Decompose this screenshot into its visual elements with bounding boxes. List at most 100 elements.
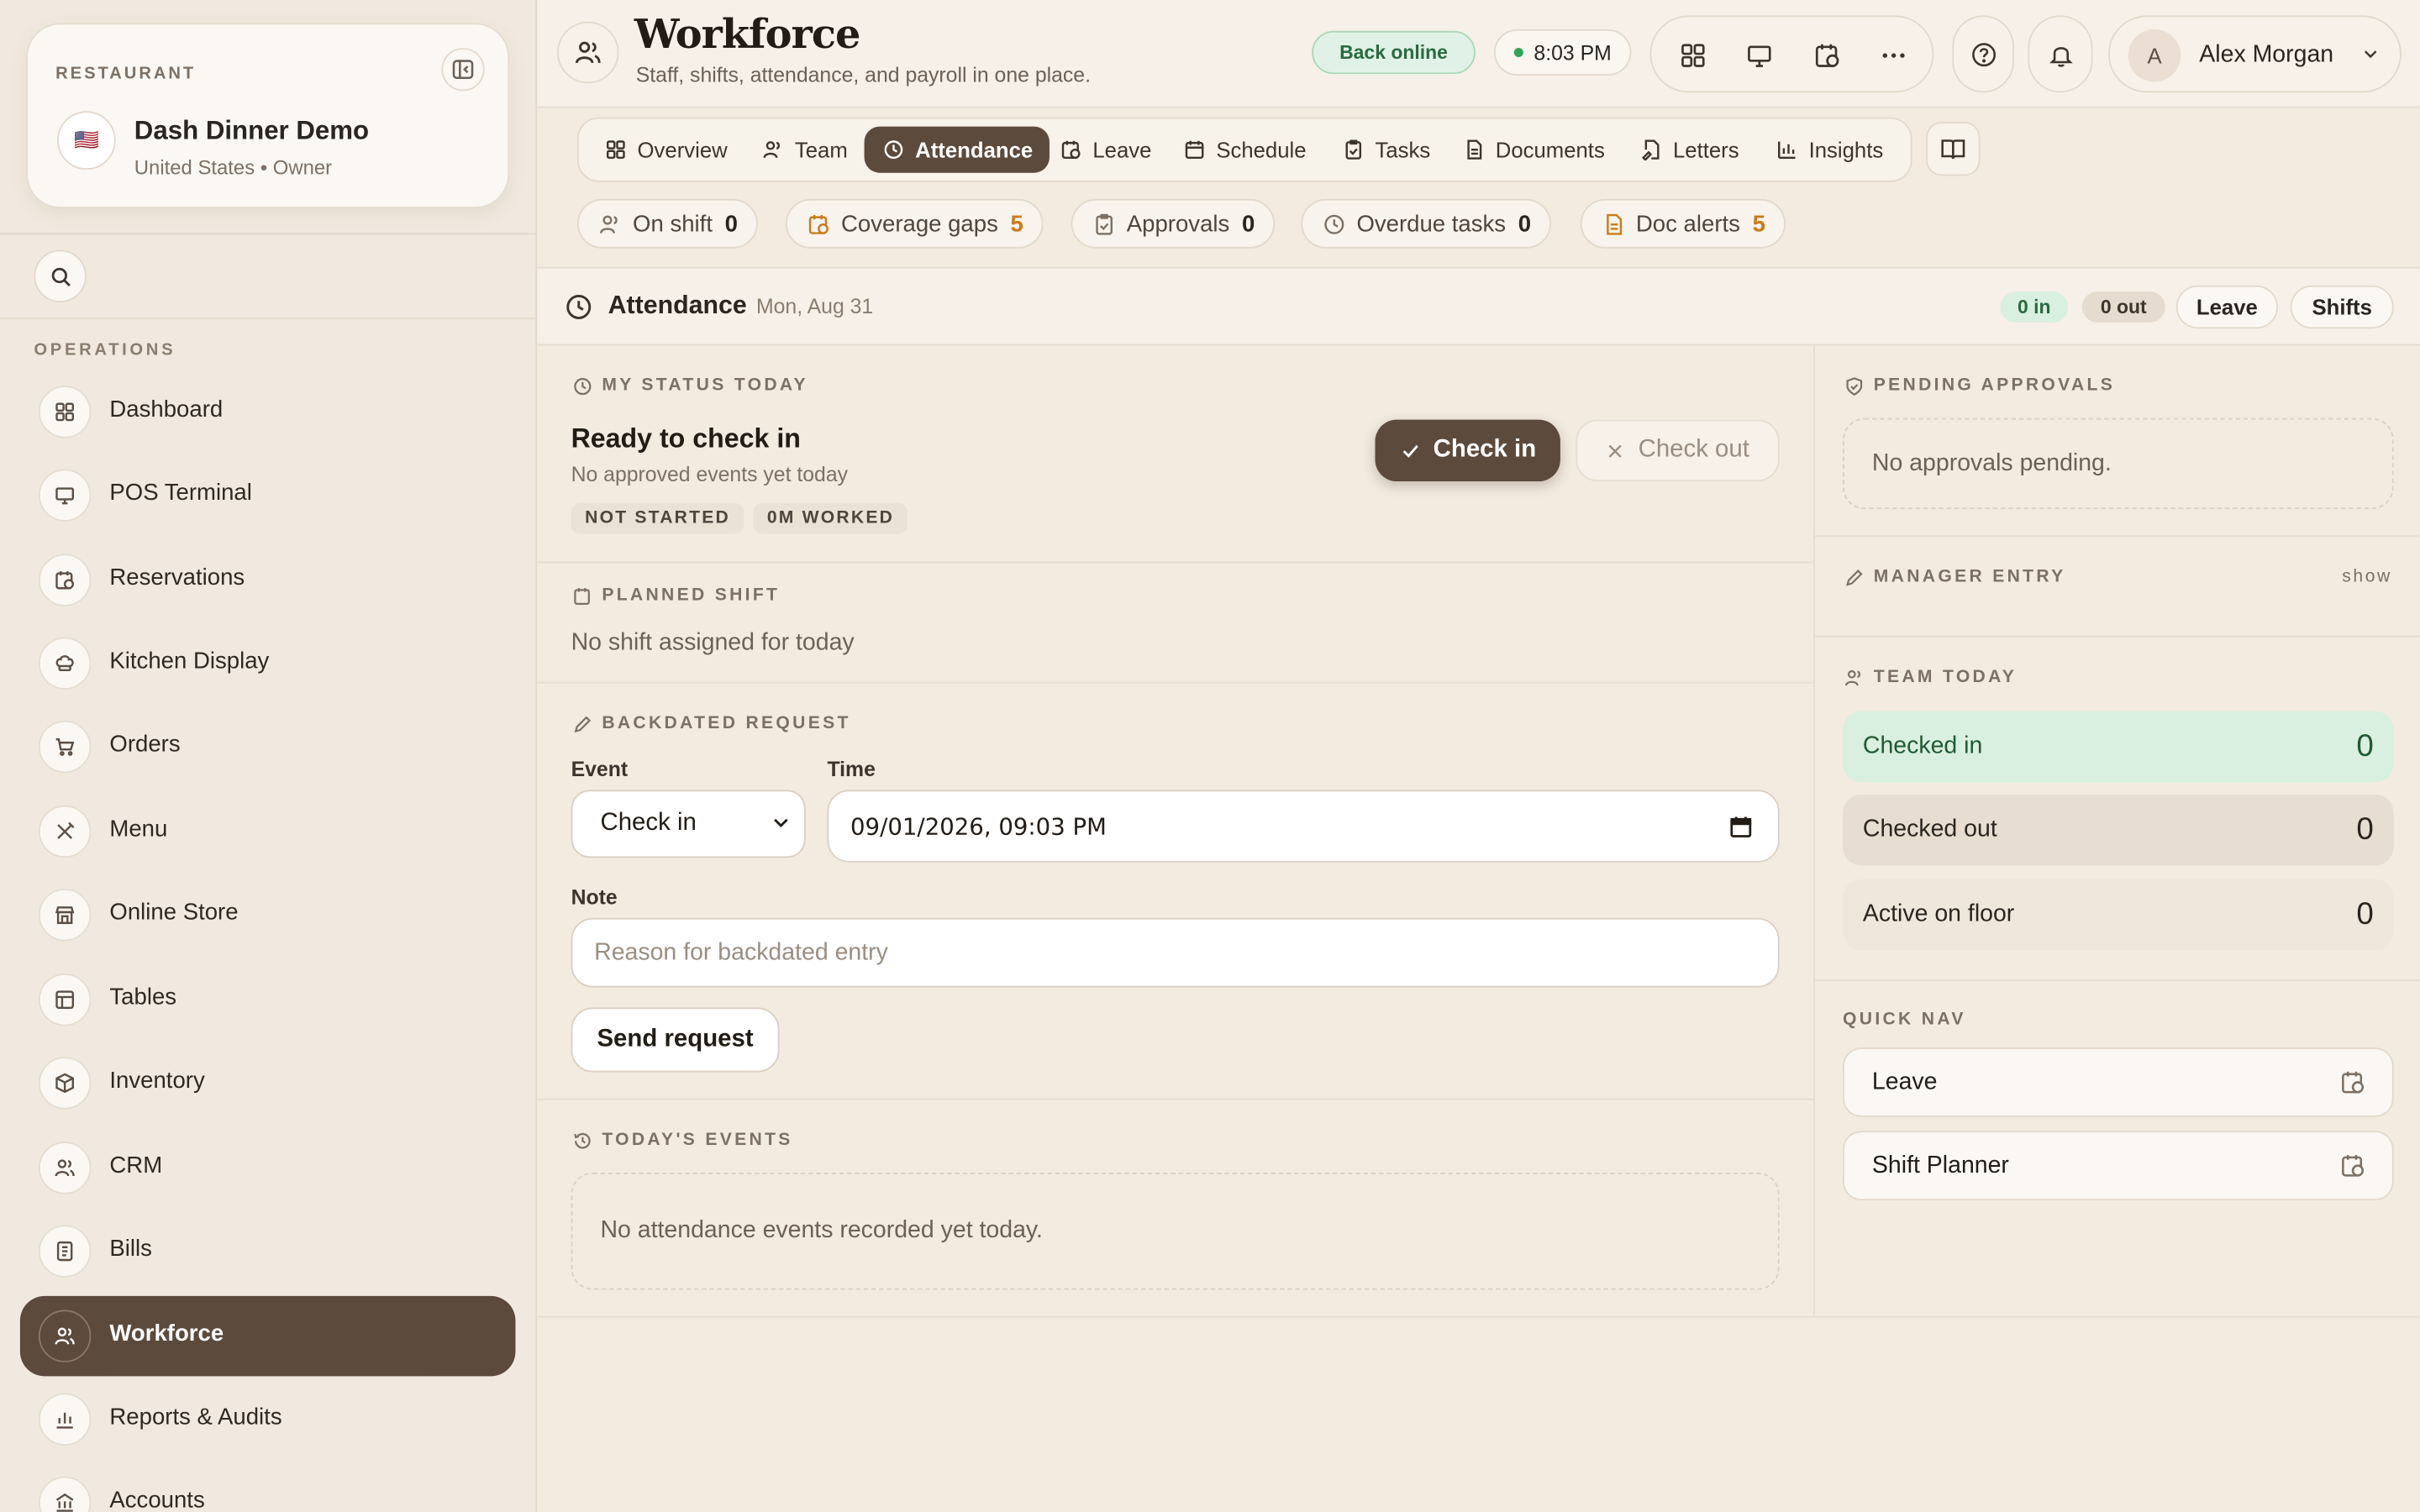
- tab-documents[interactable]: Documents: [1461, 127, 1605, 173]
- restaurant-card[interactable]: RESTAURANT 🇺🇸 Dash Dinner Demo United St…: [26, 23, 510, 208]
- team-row-value: 0: [2356, 812, 2374, 847]
- search-icon: [50, 266, 70, 286]
- sidebar-item-label: Dashboard: [109, 396, 224, 423]
- calendar-clock-icon: [2342, 1154, 2365, 1177]
- operations-label: OPERATIONS: [34, 340, 176, 360]
- stat-overdue-tasks[interactable]: Overdue tasks 0: [1301, 198, 1551, 249]
- clipboard-check-icon: [1092, 212, 1116, 236]
- more-icon[interactable]: [1876, 37, 1912, 74]
- box-icon: [38, 1057, 92, 1110]
- tab-insights[interactable]: Insights: [1775, 127, 1883, 173]
- quick-nav-leave[interactable]: Leave: [1843, 1047, 2394, 1117]
- status-dot-icon: [1513, 47, 1523, 57]
- top-header: Workforce Staff, shifts, attendance, and…: [537, 0, 2420, 108]
- calendar-clock-icon[interactable]: [1809, 37, 1846, 74]
- help-button[interactable]: [1952, 15, 2014, 93]
- manager-entry-label: MANAGER ENTRY: [1843, 566, 2066, 588]
- tab-attendance[interactable]: Attendance: [864, 126, 1050, 173]
- sidebar-item-pos-terminal[interactable]: POS Terminal: [20, 455, 516, 536]
- tab-label: Leave: [1092, 137, 1152, 162]
- sidebar-item-crm[interactable]: CRM: [20, 1128, 516, 1209]
- notifications-button[interactable]: [2028, 15, 2093, 93]
- collapse-sidebar-button[interactable]: [441, 47, 485, 92]
- bar-chart-icon: [38, 1393, 92, 1446]
- calendar-icon: [1182, 137, 1207, 161]
- divider: [537, 1098, 1814, 1100]
- stat-on-shift[interactable]: On shift 0: [576, 198, 758, 249]
- attendance-date: Mon, Aug 31: [755, 294, 874, 318]
- button-label: Check in: [1433, 436, 1537, 464]
- sidebar-item-workforce[interactable]: Workforce: [19, 1295, 516, 1377]
- grid-icon[interactable]: [1675, 37, 1712, 74]
- users-icon: [1843, 666, 1865, 688]
- note-input[interactable]: Reason for backdated entry: [571, 917, 1780, 988]
- sidebar-item-bills[interactable]: Bills: [20, 1211, 516, 1292]
- tab-letters[interactable]: Letters: [1639, 127, 1739, 173]
- stat-label: Overdue tasks: [1356, 210, 1507, 237]
- stat-coverage-gaps[interactable]: Coverage gaps 5: [785, 198, 1044, 249]
- tab-overview[interactable]: Overview: [603, 127, 728, 173]
- check-out-button[interactable]: Check out: [1576, 419, 1780, 482]
- tab-schedule[interactable]: Schedule: [1182, 127, 1307, 173]
- stat-label: On shift: [633, 210, 713, 237]
- time-input[interactable]: 09/01/2026, 09:03 PM: [827, 790, 1780, 863]
- shield-check-icon: [1843, 375, 1865, 396]
- stat-value: 5: [1752, 210, 1765, 237]
- tab-label: Tasks: [1375, 137, 1431, 162]
- planned-shift-label: PLANNED SHIFT: [571, 585, 781, 606]
- shifts-button[interactable]: Shifts: [2290, 285, 2394, 329]
- calendar-icon[interactable]: [1728, 815, 1753, 839]
- tab-tasks[interactable]: Tasks: [1341, 127, 1430, 173]
- workforce-icon: [557, 21, 619, 84]
- leave-button[interactable]: Leave: [2175, 285, 2278, 329]
- tab-label: Schedule: [1216, 137, 1307, 162]
- sidebar-item-tables[interactable]: Tables: [20, 959, 516, 1040]
- guide-button[interactable]: [1926, 122, 1981, 176]
- cart-icon: [38, 720, 92, 774]
- clock-icon: [881, 137, 906, 161]
- sidebar-item-label: Inventory: [109, 1067, 205, 1095]
- monitor-icon[interactable]: [1741, 37, 1778, 74]
- sidebar-item-orders[interactable]: Orders: [20, 706, 516, 787]
- sidebar-item-label: CRM: [109, 1152, 163, 1179]
- stat-value: 5: [1010, 210, 1023, 237]
- restaurant-name: Dash Dinner Demo: [134, 115, 370, 145]
- tab-label: Overview: [637, 137, 728, 162]
- sidebar-item-label: Bills: [109, 1236, 152, 1263]
- file-icon: [1461, 137, 1486, 161]
- my-status-label: MY STATUS TODAY: [571, 375, 808, 396]
- user-menu[interactable]: A Alex Morgan: [2107, 15, 2402, 93]
- attendance-main: MY STATUS TODAY Ready to check in No app…: [537, 345, 1814, 1317]
- sidebar-item-kitchen-display[interactable]: Kitchen Display: [20, 623, 516, 704]
- sidebar-item-label: Online Store: [109, 899, 239, 927]
- send-request-button[interactable]: Send request: [571, 1007, 780, 1073]
- tab-team[interactable]: Team: [760, 127, 848, 173]
- sidebar-item-dashboard[interactable]: Dashboard: [20, 372, 516, 453]
- sidebar-item-accounts[interactable]: Accounts: [20, 1462, 516, 1512]
- sidebar-item-reports-audits[interactable]: Reports & Audits: [20, 1379, 516, 1460]
- quick-nav-shift-planner[interactable]: Shift Planner: [1843, 1131, 2394, 1200]
- sidebar-item-online-store[interactable]: Online Store: [20, 874, 516, 955]
- avatar: A: [2128, 29, 2181, 82]
- sidebar-search-button[interactable]: [34, 249, 87, 302]
- grid-icon: [38, 386, 92, 438]
- event-select[interactable]: Check in: [571, 790, 806, 858]
- workforce-tabs: Overview Team Attendance Leave Schedule …: [576, 117, 1912, 182]
- check-in-button[interactable]: Check in: [1375, 419, 1560, 482]
- team-today-label: TEAM TODAY: [1843, 666, 2017, 688]
- tab-leave[interactable]: Leave: [1059, 127, 1151, 173]
- sidebar-item-reservations[interactable]: Reservations: [20, 540, 516, 621]
- sidebar-collapse-icon: [452, 60, 474, 80]
- bell-icon: [2049, 46, 2072, 66]
- tab-label: Attendance: [915, 137, 1034, 162]
- team-row-active-on-floor: Active on floor 0: [1843, 879, 2394, 951]
- sidebar-item-menu[interactable]: Menu: [20, 791, 516, 872]
- stat-value: 0: [1518, 210, 1532, 237]
- bar-chart-icon: [1775, 137, 1799, 161]
- team-row-label: Checked in: [1862, 732, 1983, 759]
- stat-approvals[interactable]: Approvals 0: [1071, 198, 1276, 249]
- sidebar-item-inventory[interactable]: Inventory: [20, 1043, 516, 1124]
- tab-label: Documents: [1495, 137, 1605, 162]
- manager-entry-toggle[interactable]: show: [2342, 568, 2392, 586]
- stat-doc-alerts[interactable]: Doc alerts 5: [1580, 198, 1786, 249]
